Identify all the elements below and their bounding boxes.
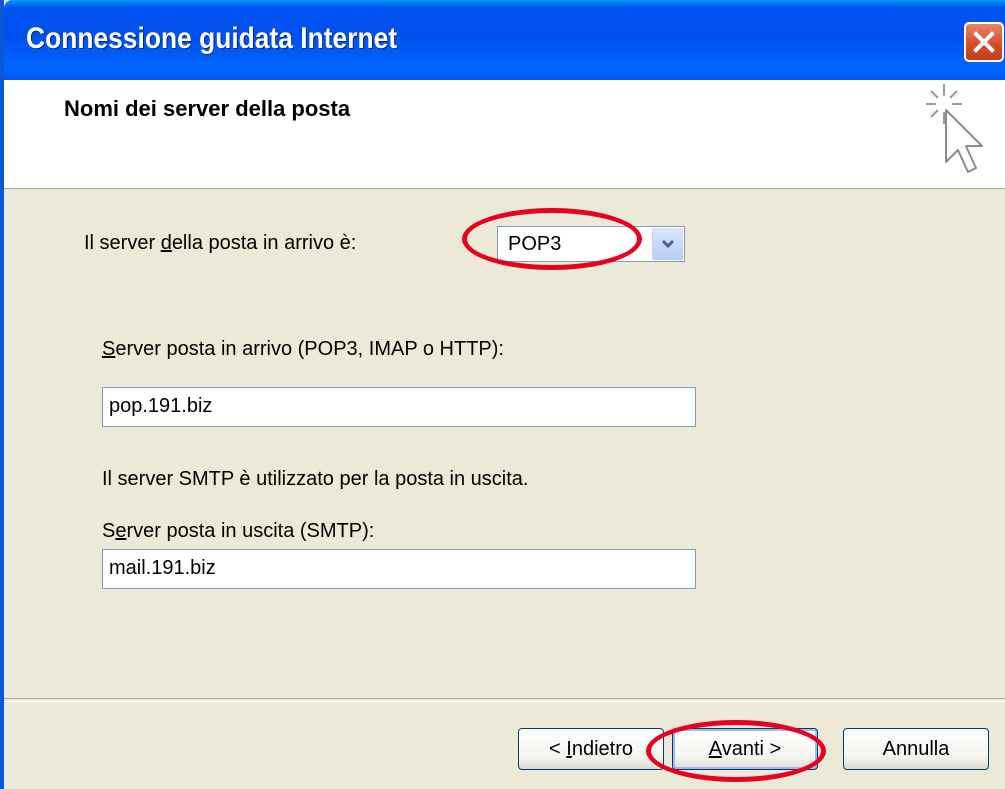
wizard-header: Nomi dei server della posta	[4, 80, 1005, 189]
outgoing-server-input[interactable]: mail.191.biz	[102, 549, 696, 589]
cancel-button[interactable]: Annulla	[843, 728, 989, 770]
next-button[interactable]: Avanti >	[672, 728, 818, 770]
title-bar[interactable]: Connessione guidata Internet	[4, 0, 1005, 80]
close-button[interactable]	[964, 22, 1004, 62]
page-heading: Nomi dei server della posta	[64, 96, 351, 121]
incoming-server-value: pop.191.biz	[109, 395, 213, 417]
window-title: Connessione guidata Internet	[26, 22, 398, 55]
footer-divider	[4, 698, 1005, 702]
chevron-down-icon	[661, 239, 675, 249]
close-icon	[973, 31, 995, 53]
wizard-window: Connessione guidata Internet Nomi dei se…	[0, 0, 1005, 789]
outgoing-server-label: Server posta in uscita (SMTP):	[102, 520, 375, 542]
incoming-server-input[interactable]: pop.191.biz	[102, 387, 696, 427]
outgoing-server-value: mail.191.biz	[109, 557, 216, 579]
back-button[interactable]: < Indietro	[518, 728, 664, 770]
incoming-server-type-select[interactable]: POP3	[497, 226, 685, 262]
incoming-type-label: Il server della posta in arrivo è:	[84, 232, 357, 254]
incoming-server-type-value: POP3	[508, 233, 562, 255]
smtp-note: Il server SMTP è utilizzato per la posta…	[102, 468, 529, 490]
dropdown-button[interactable]	[652, 228, 683, 260]
wizard-cursor-icon	[926, 84, 983, 173]
incoming-server-label: Server posta in arrivo (POP3, IMAP o HTT…	[102, 338, 504, 360]
